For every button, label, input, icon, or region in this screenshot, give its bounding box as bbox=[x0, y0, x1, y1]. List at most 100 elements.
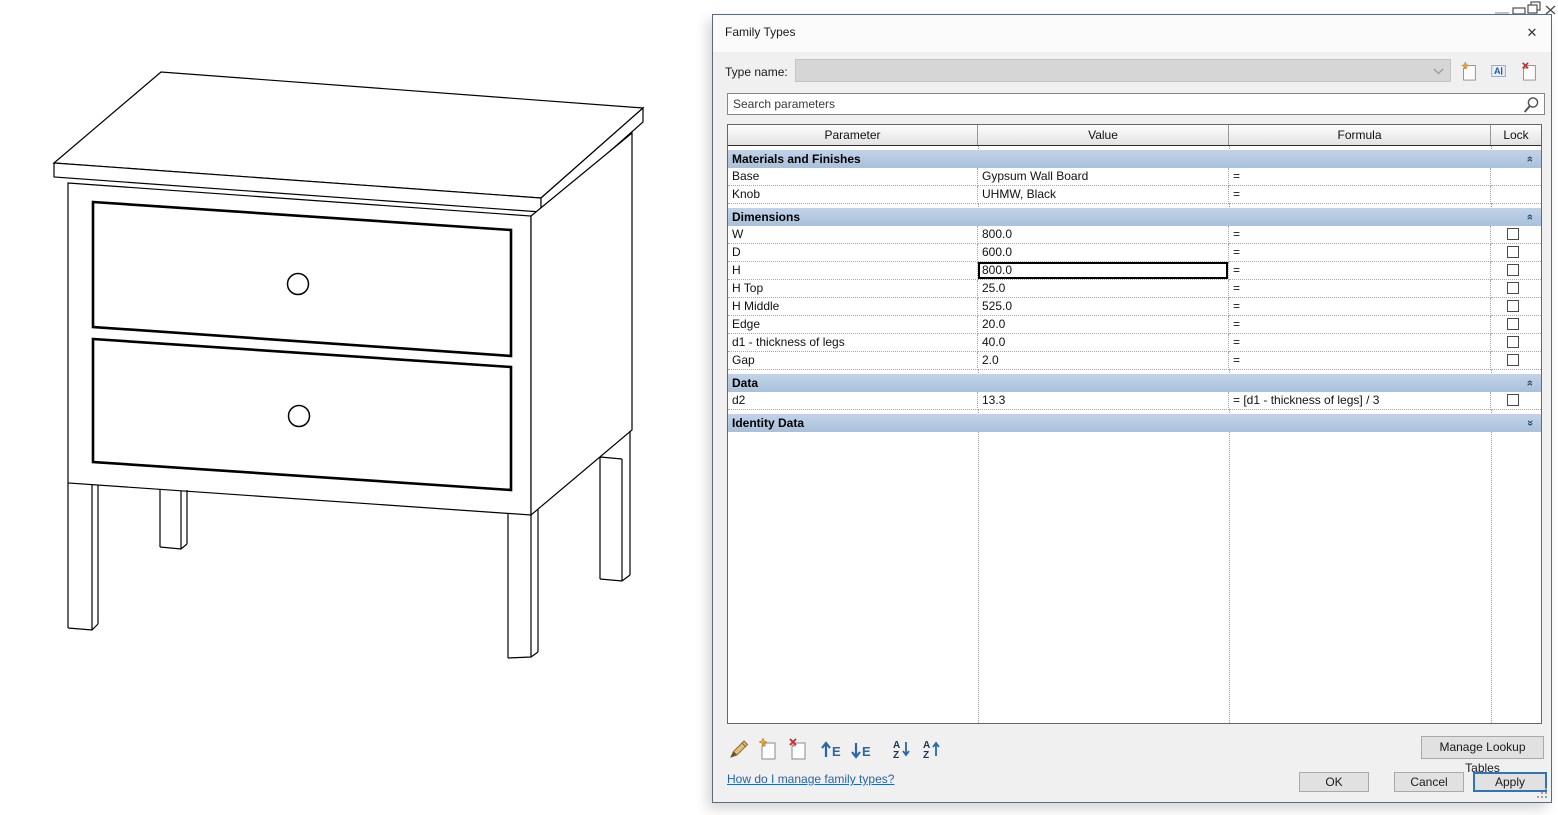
expand-section-icon[interactable]: » bbox=[1524, 417, 1536, 429]
ok-button[interactable]: OK bbox=[1299, 772, 1369, 792]
collapse-section-icon[interactable]: » bbox=[1524, 377, 1536, 389]
parameter-row-gap[interactable]: Gap 2.0 = bbox=[728, 352, 1541, 370]
parameter-value-cell[interactable]: 600.0 bbox=[978, 244, 1229, 262]
collapse-section-icon[interactable]: » bbox=[1524, 153, 1536, 165]
move-parameter-down-button[interactable]: E bbox=[848, 737, 872, 761]
lock-checkbox[interactable] bbox=[1507, 394, 1519, 406]
close-window-icon[interactable] bbox=[1545, 5, 1556, 15]
delete-parameter-button[interactable] bbox=[786, 737, 810, 761]
lock-checkbox[interactable] bbox=[1507, 246, 1519, 258]
parameter-row-edge[interactable]: Edge 20.0 = bbox=[728, 316, 1541, 334]
collapse-section-icon[interactable]: » bbox=[1524, 211, 1536, 223]
svg-text:A: A bbox=[1494, 66, 1501, 76]
parameter-value-cell[interactable]: 2.0 bbox=[978, 352, 1229, 370]
family-types-dialog: Family Types ✕ Type name: A Search param… bbox=[712, 14, 1552, 803]
restore-icon[interactable] bbox=[1527, 1, 1541, 14]
parameter-formula-cell[interactable]: = bbox=[1229, 244, 1491, 262]
lock-checkbox[interactable] bbox=[1507, 300, 1519, 312]
column-header-lock[interactable]: Lock bbox=[1491, 125, 1541, 145]
column-header-formula[interactable]: Formula bbox=[1229, 125, 1491, 145]
parameter-name-cell: Knob bbox=[728, 186, 978, 204]
drawing-canvas[interactable] bbox=[0, 0, 712, 810]
parameter-lock-cell bbox=[1491, 244, 1541, 262]
parameter-formula-cell[interactable]: = bbox=[1229, 334, 1491, 352]
parameter-lock-cell bbox=[1491, 298, 1541, 316]
lock-checkbox[interactable] bbox=[1507, 282, 1519, 294]
manage-lookup-tables-button[interactable]: Manage Lookup Tables bbox=[1421, 736, 1544, 775]
lock-checkbox[interactable] bbox=[1507, 354, 1519, 366]
lock-checkbox[interactable] bbox=[1507, 228, 1519, 240]
parameter-lock-cell bbox=[1491, 334, 1541, 352]
help-link[interactable]: How do I manage family types? bbox=[727, 772, 894, 786]
parameter-row-knob[interactable]: Knob UHMW, Black = bbox=[728, 186, 1541, 204]
parameter-name-cell: Base bbox=[728, 168, 978, 186]
parameter-formula-cell[interactable]: = bbox=[1229, 186, 1491, 204]
search-parameters-input[interactable]: Search parameters bbox=[727, 93, 1545, 115]
new-parameter-button[interactable] bbox=[756, 737, 780, 761]
parameter-value-cell[interactable]: Gypsum Wall Board bbox=[978, 168, 1229, 186]
parameter-lock-cell bbox=[1491, 168, 1541, 186]
close-icon[interactable]: ✕ bbox=[1520, 22, 1544, 44]
parameter-formula-cell[interactable]: = bbox=[1229, 316, 1491, 334]
parameter-value-cell[interactable]: 20.0 bbox=[978, 316, 1229, 334]
parameter-lock-cell bbox=[1491, 316, 1541, 334]
parameter-formula-cell[interactable]: = bbox=[1229, 262, 1491, 280]
parameter-value-cell[interactable]: 40.0 bbox=[978, 334, 1229, 352]
parameter-row-h[interactable]: H 800.0 = bbox=[728, 262, 1541, 280]
parameter-formula-cell[interactable]: = bbox=[1229, 298, 1491, 316]
parameter-value-cell[interactable]: UHMW, Black bbox=[978, 186, 1229, 204]
search-icon[interactable] bbox=[1521, 95, 1541, 115]
parameter-row-h-top[interactable]: H Top 25.0 = bbox=[728, 280, 1541, 298]
parameter-value-cell[interactable]: 525.0 bbox=[978, 298, 1229, 316]
parameter-value-cell[interactable]: 800.0 bbox=[978, 226, 1229, 244]
search-placeholder: Search parameters bbox=[733, 97, 836, 111]
section-header-identity-data[interactable]: Identity Data » bbox=[728, 414, 1541, 432]
parameter-name-cell: H Top bbox=[728, 280, 978, 298]
lock-checkbox[interactable] bbox=[1507, 318, 1519, 330]
move-parameter-up-button[interactable]: E bbox=[818, 737, 842, 761]
parameter-row-d1-thickness-of-legs[interactable]: d1 - thickness of legs 40.0 = bbox=[728, 334, 1541, 352]
parameter-formula-cell[interactable]: = bbox=[1229, 352, 1491, 370]
svg-text:E: E bbox=[862, 744, 871, 759]
parameter-row-h-middle[interactable]: H Middle 525.0 = bbox=[728, 298, 1541, 316]
lock-checkbox[interactable] bbox=[1507, 336, 1519, 348]
parameter-row-w[interactable]: W 800.0 = bbox=[728, 226, 1541, 244]
delete-type-button[interactable] bbox=[1519, 61, 1539, 81]
column-header-parameter[interactable]: Parameter bbox=[728, 125, 978, 145]
parameter-name-cell: W bbox=[728, 226, 978, 244]
cancel-button[interactable]: Cancel bbox=[1394, 772, 1464, 792]
new-type-button[interactable] bbox=[1459, 61, 1479, 81]
parameter-formula-cell[interactable]: = bbox=[1229, 226, 1491, 244]
section-title: Data bbox=[732, 376, 759, 390]
edit-parameter-button[interactable] bbox=[727, 737, 751, 761]
parameter-formula-cell[interactable]: = bbox=[1229, 168, 1491, 186]
type-name-combobox[interactable] bbox=[795, 59, 1451, 82]
lock-checkbox[interactable] bbox=[1507, 264, 1519, 276]
svg-text:Z: Z bbox=[893, 750, 899, 761]
rename-type-button[interactable]: A bbox=[1489, 61, 1509, 81]
parameter-name-cell: H bbox=[728, 262, 978, 280]
parameter-lock-cell bbox=[1491, 352, 1541, 370]
sort-descending-button[interactable]: A Z bbox=[920, 737, 944, 761]
parameter-row-d[interactable]: D 600.0 = bbox=[728, 244, 1541, 262]
parameter-name-cell: d2 bbox=[728, 392, 978, 410]
parameter-value-cell[interactable]: 13.3 bbox=[978, 392, 1229, 410]
svg-text:E: E bbox=[832, 744, 841, 759]
parameter-formula-cell[interactable]: = bbox=[1229, 280, 1491, 298]
svg-text:Z: Z bbox=[923, 750, 929, 761]
section-header-materials-and-finishes[interactable]: Materials and Finishes » bbox=[728, 150, 1541, 168]
parameter-row-base[interactable]: Base Gypsum Wall Board = bbox=[728, 168, 1541, 186]
section-title: Materials and Finishes bbox=[732, 152, 861, 166]
section-header-data[interactable]: Data » bbox=[728, 374, 1541, 392]
parameter-row-d2[interactable]: d2 13.3 = [d1 - thickness of legs] / 3 bbox=[728, 392, 1541, 410]
resize-grip[interactable] bbox=[1536, 787, 1548, 799]
dialog-titlebar[interactable]: Family Types ✕ bbox=[713, 15, 1551, 53]
sort-ascending-button[interactable]: A Z bbox=[890, 737, 914, 761]
parameter-value-cell[interactable]: 25.0 bbox=[978, 280, 1229, 298]
column-header-value[interactable]: Value bbox=[978, 125, 1229, 145]
section-header-dimensions[interactable]: Dimensions » bbox=[728, 208, 1541, 226]
parameter-value-cell[interactable]: 800.0 bbox=[978, 262, 1229, 280]
parameter-formula-cell[interactable]: = [d1 - thickness of legs] / 3 bbox=[1229, 392, 1491, 410]
parameter-table: Parameter Value Formula Lock Materials a… bbox=[727, 124, 1542, 724]
type-name-label: Type name: bbox=[725, 65, 788, 79]
